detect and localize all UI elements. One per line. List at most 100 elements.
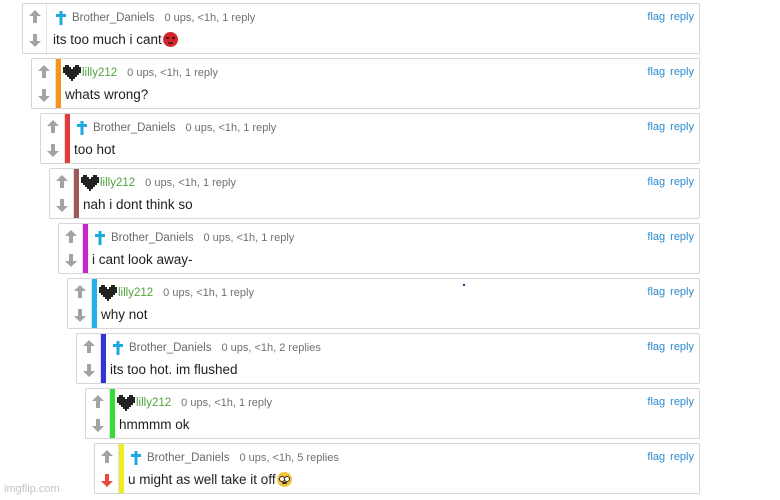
cross-icon <box>74 120 90 136</box>
comment: Brother_Daniels 0 ups, <1h, 1 reply flag… <box>58 223 700 274</box>
downvote-button[interactable] <box>71 306 88 325</box>
downvote-button[interactable] <box>89 416 106 435</box>
downvote-button[interactable] <box>35 86 52 105</box>
comment-meta: 0 ups, <1h, 1 reply <box>145 177 236 189</box>
comment: Brother_Daniels 0 ups, <1h, 1 reply flag… <box>22 3 700 54</box>
vote-column <box>32 59 56 108</box>
comment-actions: flag reply <box>642 66 694 78</box>
flag-link[interactable]: flag <box>647 451 665 463</box>
heart-icon <box>81 175 99 191</box>
vote-column <box>95 444 119 493</box>
reply-link[interactable]: reply <box>670 176 694 188</box>
username[interactable]: Brother_Daniels <box>111 232 193 244</box>
comment-actions: flag reply <box>642 286 694 298</box>
comment: lilly212 0 ups, <1h, 1 reply flag reply w… <box>67 278 700 329</box>
flag-link[interactable]: flag <box>647 121 665 133</box>
downvote-button[interactable] <box>44 141 61 160</box>
comment-meta: 0 ups, <1h, 1 reply <box>203 232 295 244</box>
username[interactable]: Brother_Daniels <box>72 12 154 24</box>
comment-actions: flag reply <box>642 231 694 243</box>
flag-link[interactable]: flag <box>647 11 665 23</box>
reply-link[interactable]: reply <box>670 451 694 463</box>
vote-column <box>68 279 92 328</box>
thread-depth-bar <box>74 169 79 218</box>
username[interactable]: lilly212 <box>118 287 153 299</box>
upvote-button[interactable] <box>89 392 106 411</box>
stray-dot <box>463 284 465 286</box>
vote-column <box>86 389 110 438</box>
upvote-button[interactable] <box>98 447 115 466</box>
downvote-button[interactable] <box>80 361 97 380</box>
reply-link[interactable]: reply <box>670 11 694 23</box>
comment-text: its too much i cant <box>53 32 178 47</box>
comment-text: i cant look away- <box>92 252 193 267</box>
comment-body: u might as well take it off <box>128 472 276 487</box>
downvote-button[interactable] <box>26 31 43 50</box>
downvote-button[interactable] <box>53 196 70 215</box>
upvote-button[interactable] <box>80 337 97 356</box>
flag-link[interactable]: flag <box>647 396 665 408</box>
vote-column <box>77 334 101 383</box>
comment-header: Brother_Daniels 0 ups, <1h, 2 replies <box>110 340 321 356</box>
reply-link[interactable]: reply <box>670 341 694 353</box>
comment-text: its too hot. im flushed <box>110 362 238 377</box>
comment-text: hmmmm ok <box>119 417 190 432</box>
comment-text: nah i dont think so <box>83 197 193 212</box>
comment-text: whats wrong? <box>65 87 148 102</box>
comment: lilly212 0 ups, <1h, 1 reply flag reply h… <box>85 388 700 439</box>
vote-column <box>59 224 83 273</box>
reply-link[interactable]: reply <box>670 286 694 298</box>
cross-icon <box>53 10 69 26</box>
thread-depth-bar <box>65 114 70 163</box>
imgflip-watermark: imgflip.com <box>4 483 60 495</box>
comment-text: too hot <box>74 142 115 157</box>
thread-depth-bar <box>101 334 106 383</box>
flag-link[interactable]: flag <box>647 176 665 188</box>
flag-link[interactable]: flag <box>647 66 665 78</box>
comment-text: u might as well take it off <box>128 472 292 487</box>
comment-actions: flag reply <box>642 451 694 463</box>
flag-link[interactable]: flag <box>647 286 665 298</box>
username[interactable]: Brother_Daniels <box>129 342 211 354</box>
comment-actions: flag reply <box>642 11 694 23</box>
reply-link[interactable]: reply <box>670 121 694 133</box>
upvote-button[interactable] <box>26 7 43 26</box>
flag-link[interactable]: flag <box>647 341 665 353</box>
comment-body: why not <box>101 307 148 322</box>
comment-body: too hot <box>74 142 116 157</box>
upvote-button[interactable] <box>53 172 70 191</box>
flushed-face-emoji <box>276 472 292 487</box>
comment-meta: 0 ups, <1h, 2 replies <box>221 342 321 354</box>
username[interactable]: lilly212 <box>82 67 117 79</box>
reply-link[interactable]: reply <box>670 231 694 243</box>
comment-meta: 0 ups, <1h, 1 reply <box>127 67 218 79</box>
comment-body: whats wrong? <box>65 87 149 102</box>
downvote-button[interactable] <box>62 251 79 270</box>
downvote-button[interactable] <box>98 471 115 490</box>
comment-actions: flag reply <box>642 396 694 408</box>
comment-body: i cant look away- <box>92 252 193 267</box>
heart-icon <box>63 65 81 81</box>
comment-actions: flag reply <box>642 341 694 353</box>
upvote-button[interactable] <box>62 227 79 246</box>
comment: Brother_Daniels 0 ups, <1h, 1 reply flag… <box>40 113 700 164</box>
upvote-button[interactable] <box>44 117 61 136</box>
flag-link[interactable]: flag <box>647 231 665 243</box>
reply-link[interactable]: reply <box>670 66 694 78</box>
upvote-button[interactable] <box>71 282 88 301</box>
username[interactable]: Brother_Daniels <box>147 452 229 464</box>
comment: lilly212 0 ups, <1h, 1 reply flag reply n… <box>49 168 700 219</box>
comment-meta: 0 ups, <1h, 1 reply <box>181 397 272 409</box>
username[interactable]: lilly212 <box>136 397 171 409</box>
comment: lilly212 0 ups, <1h, 1 reply flag reply w… <box>31 58 700 109</box>
username[interactable]: Brother_Daniels <box>93 122 175 134</box>
username[interactable]: lilly212 <box>100 177 135 189</box>
upvote-button[interactable] <box>35 62 52 81</box>
vote-column <box>41 114 65 163</box>
comment-header: Brother_Daniels 0 ups, <1h, 1 reply <box>53 10 255 26</box>
comment-body: hmmmm ok <box>119 417 190 432</box>
comment-text: why not <box>101 307 148 322</box>
thread-depth-bar <box>119 444 124 493</box>
reply-link[interactable]: reply <box>670 396 694 408</box>
comment-body: its too hot. im flushed <box>110 362 238 377</box>
